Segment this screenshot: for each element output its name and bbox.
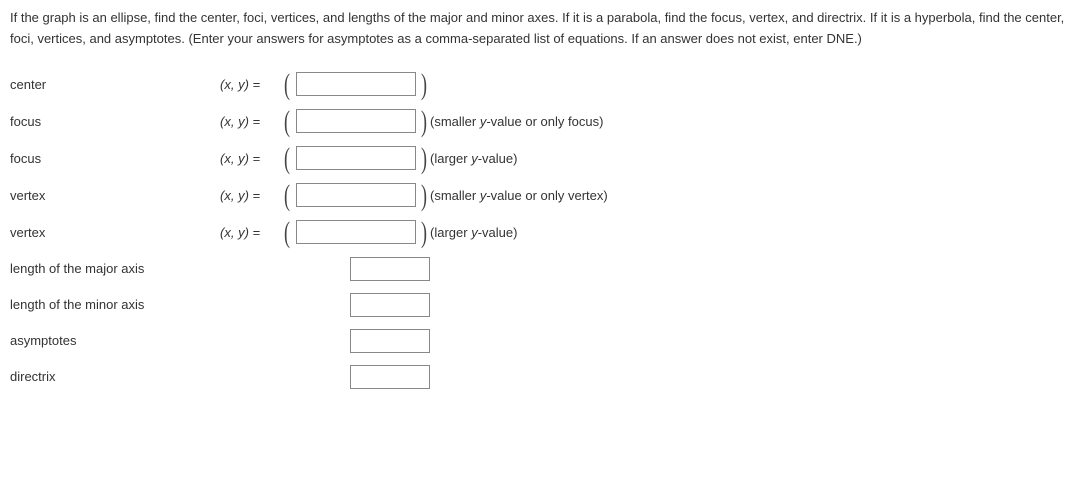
sep: , xyxy=(231,114,238,129)
focus1-input[interactable] xyxy=(296,109,416,133)
equals: ) = xyxy=(245,77,261,92)
paren-open-icon: ( xyxy=(284,73,290,97)
paren-close-icon: ) xyxy=(421,110,427,134)
input-wrap-focus2: ( ) xyxy=(282,140,430,177)
input-wrap-focus1: ( ) xyxy=(282,103,430,140)
input-wrap-major xyxy=(282,251,430,287)
eq-prefix-focus2: (x, y) = xyxy=(220,140,282,177)
eq-empty-major xyxy=(220,251,282,287)
directrix-input[interactable] xyxy=(350,365,430,389)
input-wrap-minor xyxy=(282,287,430,323)
sep: , xyxy=(231,225,238,240)
eq-prefix-vertex1: (x, y) = xyxy=(220,177,282,214)
input-wrap-asymptotes xyxy=(282,323,430,359)
eq-prefix-focus1: (x, y) = xyxy=(220,103,282,140)
instructions-text: If the graph is an ellipse, find the cen… xyxy=(10,8,1080,50)
eq-empty-minor xyxy=(220,287,282,323)
equals: ) = xyxy=(245,225,261,240)
equals: ) = xyxy=(245,114,261,129)
eq-prefix-center: (x, y) = xyxy=(220,66,282,103)
focus2-input[interactable] xyxy=(296,146,416,170)
paren-open-icon: ( xyxy=(284,184,290,208)
label-major: length of the major axis xyxy=(10,251,220,287)
paren-close-icon: ) xyxy=(421,221,427,245)
sep: , xyxy=(231,188,238,203)
row-major: length of the major axis xyxy=(10,251,608,287)
row-asymptotes: asymptotes xyxy=(10,323,608,359)
label-vertex1: vertex xyxy=(10,177,220,214)
hint-focus2: (larger y-value) xyxy=(430,140,608,177)
equals: ) = xyxy=(245,151,261,166)
minor-axis-input[interactable] xyxy=(350,293,430,317)
hint-vertex1: (smaller y-value or only vertex) xyxy=(430,177,608,214)
row-vertex2: vertex (x, y) = ( ) (larger y-value) xyxy=(10,214,608,251)
row-center: center (x, y) = ( ) xyxy=(10,66,608,103)
row-minor: length of the minor axis xyxy=(10,287,608,323)
sep: , xyxy=(231,77,238,92)
major-axis-input[interactable] xyxy=(350,257,430,281)
vertex2-input[interactable] xyxy=(296,220,416,244)
center-input[interactable] xyxy=(296,72,416,96)
input-wrap-vertex2: ( ) xyxy=(282,214,430,251)
label-center: center xyxy=(10,66,220,103)
row-focus1: focus (x, y) = ( ) (smaller y-value or o… xyxy=(10,103,608,140)
label-minor: length of the minor axis xyxy=(10,287,220,323)
row-focus2: focus (x, y) = ( ) (larger y-value) xyxy=(10,140,608,177)
paren-close-icon: ) xyxy=(421,147,427,171)
paren-open-icon: ( xyxy=(284,147,290,171)
label-focus1: focus xyxy=(10,103,220,140)
label-asymptotes: asymptotes xyxy=(10,323,220,359)
label-focus2: focus xyxy=(10,140,220,177)
answer-form-table: center (x, y) = ( ) focus (x, y) = ( ) (… xyxy=(10,66,608,395)
hint-vertex2: (larger y-value) xyxy=(430,214,608,251)
hint-focus1: (smaller y-value or only focus) xyxy=(430,103,608,140)
label-directrix: directrix xyxy=(10,359,220,395)
label-vertex2: vertex xyxy=(10,214,220,251)
sep: , xyxy=(231,151,238,166)
input-wrap-center: ( ) xyxy=(282,66,430,103)
asymptotes-input[interactable] xyxy=(350,329,430,353)
eq-empty-asymptotes xyxy=(220,323,282,359)
paren-open-icon: ( xyxy=(284,221,290,245)
equals: ) = xyxy=(245,188,261,203)
vertex1-input[interactable] xyxy=(296,183,416,207)
paren-open-icon: ( xyxy=(284,110,290,134)
eq-empty-directrix xyxy=(220,359,282,395)
paren-close-icon: ) xyxy=(421,184,427,208)
eq-prefix-vertex2: (x, y) = xyxy=(220,214,282,251)
hint-center xyxy=(430,66,608,103)
paren-close-icon: ) xyxy=(421,73,427,97)
input-wrap-vertex1: ( ) xyxy=(282,177,430,214)
row-vertex1: vertex (x, y) = ( ) (smaller y-value or … xyxy=(10,177,608,214)
input-wrap-directrix xyxy=(282,359,430,395)
row-directrix: directrix xyxy=(10,359,608,395)
